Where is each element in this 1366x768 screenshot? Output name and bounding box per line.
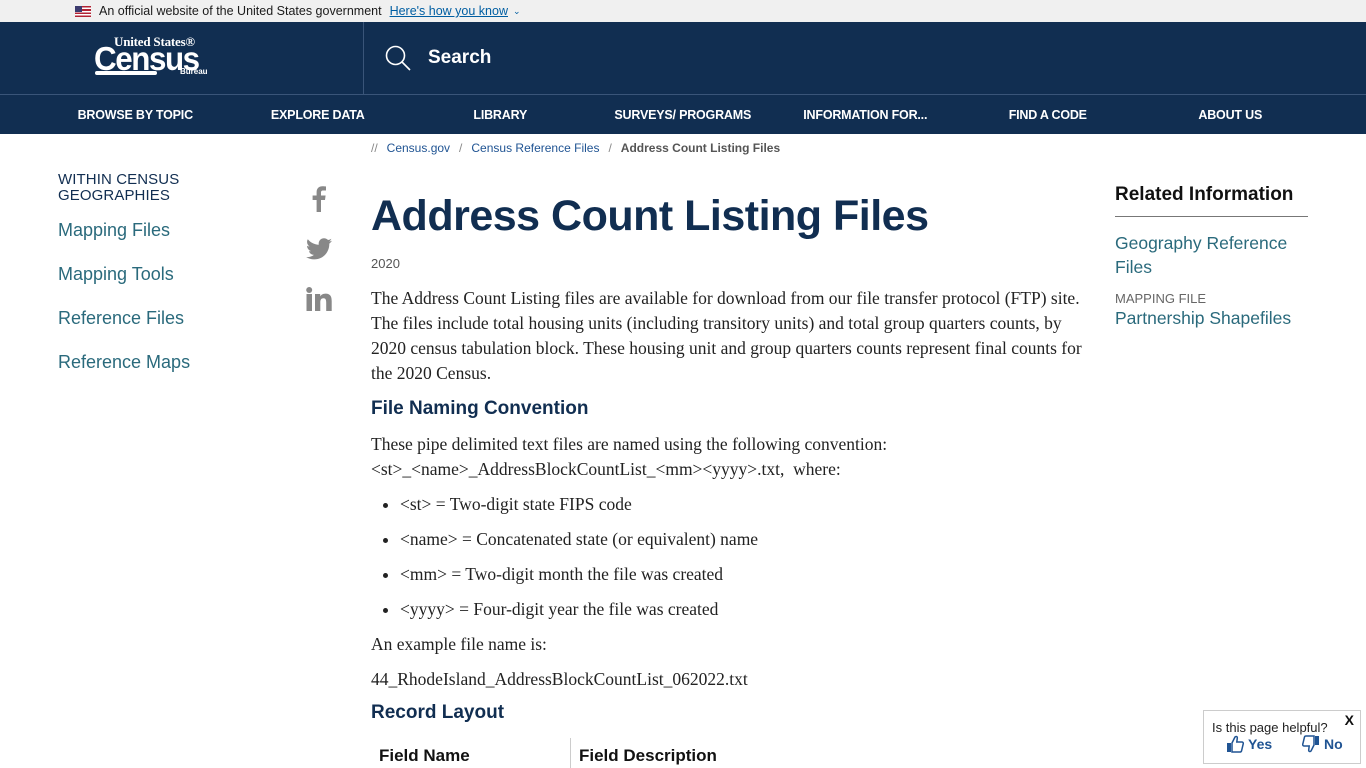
feedback-no-label: No <box>1324 736 1343 752</box>
breadcrumb-separator: / <box>608 141 612 155</box>
thumbs-up-icon <box>1227 735 1244 753</box>
feedback-yes-label: Yes <box>1248 736 1273 752</box>
gov-banner: An official website of the United States… <box>0 0 1366 22</box>
feedback-no-button[interactable]: No <box>1302 735 1343 753</box>
breadcrumb-separator: / <box>459 141 463 155</box>
us-flag-icon <box>75 5 91 17</box>
list-item: <name> = Concatenated state (or equivale… <box>400 527 1101 552</box>
related-category-label: MAPPING FILE <box>1115 291 1207 306</box>
feedback-yes-button[interactable]: Yes <box>1226 735 1272 753</box>
related-information: Related Information Geography Reference … <box>1115 184 1308 330</box>
list-item: <mm> = Two-digit month the file was crea… <box>400 562 1101 587</box>
breadcrumb-prefix: // <box>371 141 378 155</box>
page-title: Address Count Listing Files <box>371 192 929 240</box>
breadcrumb: // Census.gov / Census Reference Files /… <box>371 141 780 155</box>
left-sidebar: WITHIN CENSUS GEOGRAPHIES Mapping Files … <box>58 172 258 374</box>
chevron-down-icon[interactable]: ⌄ <box>513 6 521 17</box>
sidebar-item-reference-maps[interactable]: Reference Maps <box>58 350 258 374</box>
how-you-know-link[interactable]: Here's how you know <box>390 4 508 18</box>
logo-area: United States® Census Bureau <box>0 22 364 94</box>
nav-find-a-code[interactable]: FIND A CODE <box>957 95 1140 134</box>
logo-underline <box>95 71 157 75</box>
linkedin-icon[interactable] <box>305 284 333 314</box>
search-button[interactable]: Search <box>364 22 1366 94</box>
census-logo[interactable]: United States® Census Bureau <box>94 34 209 82</box>
search-icon <box>385 45 411 71</box>
site-header: United States® Census Bureau Search <box>0 22 1366 94</box>
nav-library[interactable]: LIBRARY <box>409 95 592 134</box>
sidebar-item-reference-files[interactable]: Reference Files <box>58 306 258 330</box>
twitter-icon[interactable] <box>305 234 333 264</box>
breadcrumb-census-reference-files[interactable]: Census Reference Files <box>471 141 599 155</box>
social-share <box>305 184 333 334</box>
example-file-name: 44_RhodeIsland_AddressBlockCountList_062… <box>371 669 748 689</box>
nav-information-for[interactable]: INFORMATION FOR... <box>774 95 957 134</box>
breadcrumb-current: Address Count Listing Files <box>620 141 781 155</box>
sidebar-item-mapping-tools[interactable]: Mapping Tools <box>58 262 258 286</box>
search-label: Search <box>428 47 492 68</box>
main-nav: BROWSE BY TOPIC EXPLORE DATA LIBRARY SUR… <box>0 94 1366 134</box>
example-label: An example file name is: <box>371 634 547 654</box>
logo-bureau: Bureau <box>180 67 208 76</box>
thumbs-down-icon <box>1302 735 1319 753</box>
naming-text-line2: <st>_<name>_AddressBlockCountList_<mm><y… <box>371 459 841 479</box>
related-link-geography-reference-files[interactable]: Geography Reference Files <box>1115 231 1308 279</box>
related-title: Related Information <box>1115 184 1308 217</box>
sidebar-title: WITHIN CENSUS GEOGRAPHIES <box>58 171 180 204</box>
naming-text-line1: These pipe delimited text files are name… <box>371 434 888 454</box>
related-link-partnership-shapefiles[interactable]: Partnership Shapefiles <box>1115 306 1308 330</box>
record-layout-heading: Record Layout <box>371 702 505 723</box>
publication-year: 2020 <box>371 256 400 271</box>
list-item: <st> = Two-digit state FIPS code <box>400 492 1101 517</box>
facebook-icon[interactable] <box>305 184 333 214</box>
nav-browse-by-topic[interactable]: BROWSE BY TOPIC <box>44 95 227 134</box>
file-naming-heading: File Naming Convention <box>371 398 589 419</box>
feedback-question: Is this page helpful? <box>1212 720 1328 735</box>
naming-bullets: <st> = Two-digit state FIPS code <name> … <box>400 492 1101 622</box>
nav-explore-data[interactable]: EXPLORE DATA <box>227 95 410 134</box>
column-header-field-name: Field Name <box>371 738 571 768</box>
gov-banner-text: An official website of the United States… <box>99 4 382 18</box>
nav-about-us[interactable]: ABOUT US <box>1139 95 1322 134</box>
record-layout-table-header: Field Name Field Description <box>371 738 717 768</box>
sidebar-item-mapping-files[interactable]: Mapping Files <box>58 218 258 242</box>
close-icon[interactable]: X <box>1345 712 1354 728</box>
column-header-field-description: Field Description <box>579 746 717 765</box>
naming-convention-text: These pipe delimited text files are name… <box>371 432 1101 482</box>
nav-surveys-programs[interactable]: SURVEYS/ PROGRAMS <box>592 95 775 134</box>
breadcrumb-census-gov[interactable]: Census.gov <box>387 141 450 155</box>
intro-paragraph: The Address Count Listing files are avai… <box>371 288 1082 383</box>
main-content: Address Count Listing Files 2020 The Add… <box>371 190 1101 726</box>
feedback-widget: X Is this page helpful? Yes No <box>1203 710 1361 764</box>
list-item: <yyyy> = Four-digit year the file was cr… <box>400 597 1101 622</box>
